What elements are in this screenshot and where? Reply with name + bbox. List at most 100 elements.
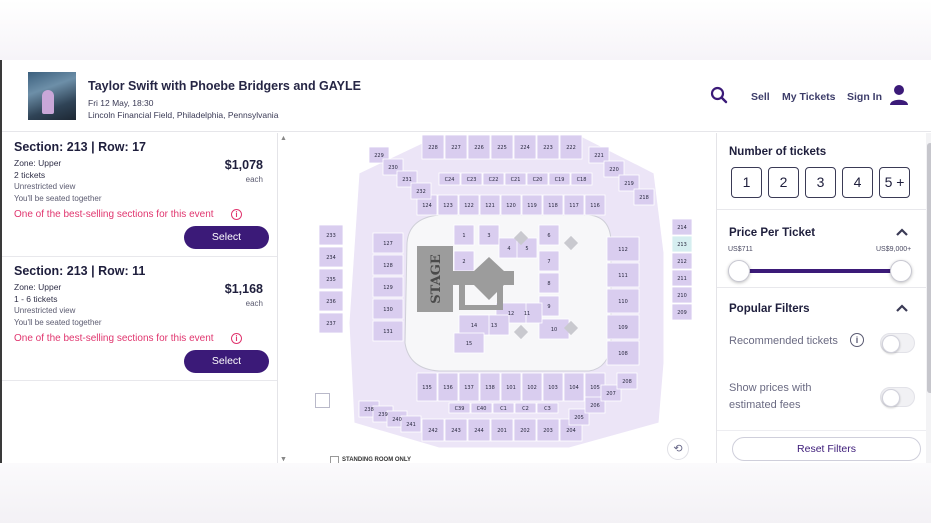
section-label: 232 <box>416 189 426 195</box>
info-icon[interactable]: i <box>850 333 864 347</box>
section-label: 214 <box>677 225 687 231</box>
top-backdrop <box>0 0 931 60</box>
section-label: 224 <box>520 145 530 151</box>
quantity-option-1[interactable]: 1 <box>731 167 762 198</box>
event-thumbnail <box>28 72 76 120</box>
listing-seating: You'll be seated together <box>14 318 102 327</box>
scroll-up-arrow[interactable]: ▲ <box>280 135 288 143</box>
sell-link[interactable]: Sell <box>751 91 770 103</box>
quantity-option-2[interactable]: 2 <box>768 167 799 198</box>
quantity-option-3[interactable]: 3 <box>805 167 836 198</box>
section-label: 212 <box>677 259 687 265</box>
popular-filters-heading: Popular Filters <box>729 303 810 315</box>
section-label: 109 <box>618 325 628 331</box>
info-icon[interactable]: i <box>231 333 242 344</box>
filters-scrollbar-thumb[interactable] <box>927 143 931 393</box>
section-label: 213 <box>677 242 687 248</box>
listing-price: $1,078 <box>224 158 263 172</box>
section-label: 135 <box>422 385 432 391</box>
section-label: C1 <box>500 406 507 412</box>
section-label: 138 <box>485 385 495 391</box>
user-icon[interactable] <box>889 84 909 106</box>
price-slider-track[interactable] <box>739 269 902 273</box>
listing-quantity: 2 tickets <box>14 170 46 180</box>
section-label: 136 <box>443 385 453 391</box>
price-slider-max-handle[interactable] <box>890 260 912 282</box>
listing-seating: You'll be seated together <box>14 194 102 203</box>
listing-card[interactable]: Section: 213 | Row: 17 Zone: Upper 2 tic… <box>2 133 277 257</box>
section-label: 231 <box>402 177 412 183</box>
section-label: 204 <box>566 428 576 434</box>
section-label: 226 <box>474 145 484 151</box>
number-of-tickets-heading: Number of tickets <box>729 146 827 158</box>
estimated-fees-label: Show prices with estimated fees <box>729 382 812 411</box>
section-label: 209 <box>677 310 687 316</box>
section-label: 235 <box>326 277 336 283</box>
section-label: 223 <box>543 145 553 151</box>
runway-stem <box>459 285 465 307</box>
section-label: 127 <box>383 241 393 247</box>
seat-map[interactable]: 228 227 226 225 224 223 222 124 123 122 121 120 119 1… <box>289 133 715 463</box>
section-label: 201 <box>497 428 507 434</box>
listing-view: Unrestricted view <box>14 182 76 191</box>
search-icon[interactable] <box>710 86 728 104</box>
section-label: 6 <box>547 233 550 239</box>
recommended-tickets-toggle[interactable] <box>880 333 915 353</box>
runway-bar <box>459 305 503 310</box>
map-scroll-down-arrow[interactable]: ▼ <box>280 456 288 463</box>
section-label: C23 <box>467 177 477 183</box>
filters-panel: Number of tickets 1 2 3 4 5 + Price Per … <box>716 133 931 463</box>
section-label: C39 <box>455 406 465 412</box>
my-tickets-link[interactable]: My Tickets <box>782 91 836 103</box>
section-label: C21 <box>511 177 521 183</box>
section-label: 123 <box>443 203 453 209</box>
chevron-up-icon[interactable] <box>895 303 909 313</box>
stage-label: STAGE <box>429 254 444 304</box>
section-label: 129 <box>383 285 393 291</box>
select-button[interactable]: Select <box>184 226 269 249</box>
price-slider-min-handle[interactable] <box>728 260 750 282</box>
section-label: 11 <box>524 311 530 317</box>
ticket-app: Taylor Swift with Phoebe Bridgers and GA… <box>0 60 931 463</box>
recenter-icon[interactable]: ⟲ <box>667 438 689 460</box>
section-label: 241 <box>406 422 416 428</box>
event-venue: Lincoln Financial Field, Philadelphia, P… <box>88 110 279 120</box>
section-label: 14 <box>471 323 477 329</box>
info-icon[interactable]: i <box>231 209 242 220</box>
section-label: 4 <box>507 246 510 252</box>
section-label: 105 <box>590 385 600 391</box>
select-button[interactable]: Select <box>184 350 269 373</box>
divider <box>717 287 931 288</box>
quantity-option-4[interactable]: 4 <box>842 167 873 198</box>
estimated-fees-toggle[interactable] <box>880 387 915 407</box>
listing-price: $1,168 <box>224 282 263 296</box>
sign-in-link[interactable]: Sign In <box>847 91 882 103</box>
section-label: 118 <box>548 203 558 209</box>
price-per-ticket-heading: Price Per Ticket <box>729 227 816 239</box>
section-label: 117 <box>569 203 579 209</box>
reset-filters-button[interactable]: Reset Filters <box>732 437 921 461</box>
stadium-map[interactable]: 228 227 226 225 224 223 222124 123 122 121 120 119 1… <box>289 133 715 463</box>
section-label: C19 <box>555 177 565 183</box>
section-label: C18 <box>577 177 587 183</box>
recommended-tickets-label: Recommended tickets <box>729 335 838 347</box>
chevron-up-icon[interactable] <box>895 227 909 237</box>
section-label: 236 <box>326 299 336 305</box>
listing-card[interactable]: Section: 213 | Row: 11 Zone: Upper 1 - 6… <box>2 257 277 381</box>
section-label: 108 <box>618 351 628 357</box>
quantity-option-5-plus[interactable]: 5 + <box>879 167 910 198</box>
event-title: Taylor Swift with Phoebe Bridgers and GA… <box>88 79 361 93</box>
section-label: 3 <box>487 233 490 239</box>
listing-price-unit: each <box>245 175 263 184</box>
listing-price-unit: each <box>245 299 263 308</box>
section-label: 208 <box>622 379 632 385</box>
section-label: 10 <box>551 327 557 333</box>
section-label: 9 <box>547 304 550 310</box>
section-label: 240 <box>392 417 402 423</box>
section-label: 13 <box>491 323 497 329</box>
event-header: Taylor Swift with Phoebe Bridgers and GA… <box>2 60 931 132</box>
section-label: 228 <box>428 145 438 151</box>
section-label: 110 <box>618 299 628 305</box>
section-label: 119 <box>527 203 537 209</box>
standing-room-checkbox[interactable] <box>330 456 339 463</box>
